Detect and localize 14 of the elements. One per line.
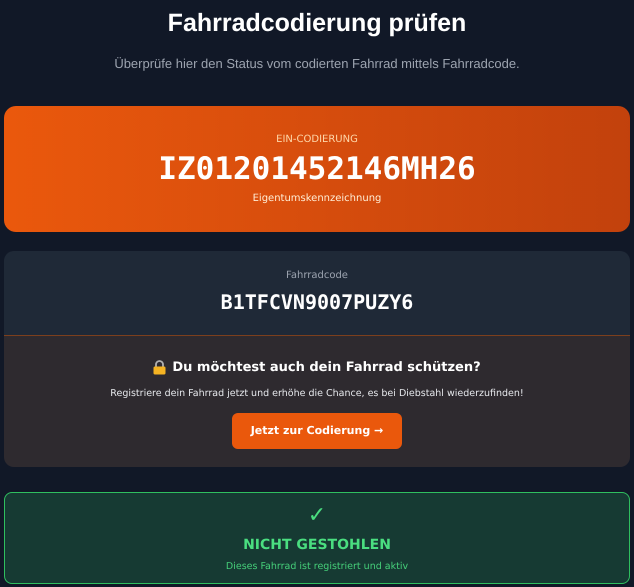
status-title: NICHT GESTOHLEN: [243, 536, 391, 554]
lock-icon: [153, 360, 166, 375]
promo-heading: Du möchtest auch dein Fahrrad schützen?: [172, 358, 481, 376]
page-title: Fahrradcodierung prüfen: [168, 8, 466, 39]
promo-text: Registriere dein Fahrrad jetzt und erhöhe die Chance, es bei Diebstahl wiederzufinden!: [110, 387, 524, 401]
engraving-caption: Eigentumskennzeichnung: [252, 192, 382, 206]
status-text: Dieses Fahrrad ist registriert und aktiv: [226, 560, 408, 574]
engraving-code: IZ01201452146MH26: [158, 150, 476, 188]
engraving-label: EIN-CODIERUNG: [276, 132, 358, 146]
coding-button[interactable]: Jetzt zur Codierung →: [232, 413, 402, 450]
page-subtitle: Überprüfe hier den Status vom codierten Fahrrad mittels Fahrradcode.: [114, 55, 520, 73]
bike-code: B1TFCVN9007PUZY6: [220, 289, 414, 316]
bike-code-label: Fahrradcode: [286, 269, 348, 283]
check-mark: ✓: [308, 502, 326, 528]
